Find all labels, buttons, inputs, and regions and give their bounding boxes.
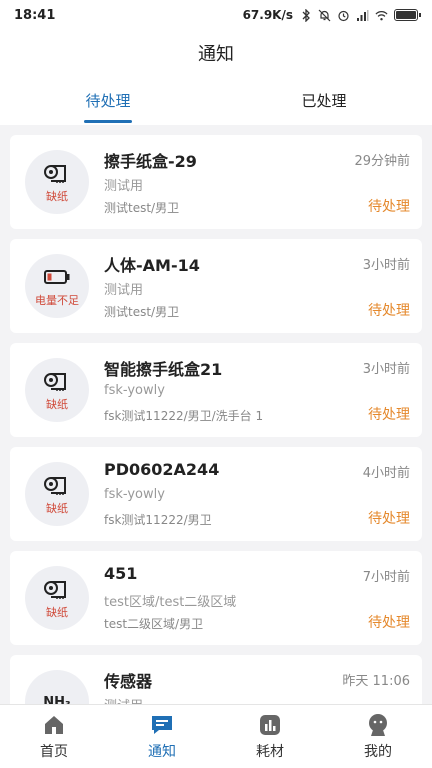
item-time: 3小时前 [362, 362, 410, 377]
item-subtitle: fsk-yowly [104, 383, 165, 398]
alert-badge: 缺纸 [25, 566, 89, 630]
item-time: 7小时前 [362, 570, 410, 585]
alarm-icon [337, 9, 350, 22]
item-location: test二级区域/男卫 [104, 617, 204, 631]
status-icons: 67.9K/s [242, 8, 421, 22]
nav-label: 耗材 [256, 744, 284, 760]
device-name: PD0602A244 [104, 460, 220, 479]
status-label: 待处理 [368, 511, 410, 527]
nav-profile[interactable]: 我的 [324, 705, 432, 768]
device-name: 人体-AM-14 [104, 256, 200, 275]
badge-label: 缺纸 [46, 398, 68, 411]
nav-label: 通知 [148, 744, 176, 760]
item-time: 3小时前 [362, 258, 410, 273]
item-location: fsk测试11222/男卫 [104, 513, 212, 527]
signal-icon [356, 9, 369, 22]
paper-roll-icon [43, 368, 71, 394]
header: 通知 待处理 已处理 [0, 30, 432, 125]
message-icon [152, 716, 172, 734]
status-label: 待处理 [368, 199, 410, 215]
low-battery-icon [43, 264, 71, 290]
status-label: 待处理 [368, 615, 410, 631]
nav-label: 首页 [40, 744, 68, 760]
device-name: 451 [104, 564, 138, 583]
nav-supplies[interactable]: 耗材 [216, 705, 324, 768]
badge-label: 缺纸 [46, 190, 68, 203]
status-bar: 18:41 67.9K/s [0, 0, 432, 30]
list-item[interactable]: 电量不足 人体-AM-14 3小时前 测试用 测试test/男卫 待处理 [10, 239, 422, 333]
paper-roll-icon [43, 160, 71, 186]
notification-list: 缺纸 擦手纸盒-29 29分钟前 测试用 测试test/男卫 待处理 电量不足 … [0, 125, 432, 704]
list-item[interactable]: 缺纸 智能擦手纸盒21 3小时前 fsk-yowly fsk测试11222/男卫… [10, 343, 422, 437]
badge-label: 缺纸 [46, 502, 68, 515]
tab-processed[interactable]: 已处理 [216, 85, 432, 125]
device-name: 传感器 [104, 672, 153, 691]
list-item[interactable]: 缺纸 擦手纸盒-29 29分钟前 测试用 测试test/男卫 待处理 [10, 135, 422, 229]
item-subtitle: test区域/test二级区域 [104, 595, 237, 610]
bluetooth-icon [299, 8, 312, 22]
device-name: 智能擦手纸盒21 [104, 360, 223, 379]
list-item[interactable]: 缺纸 451 7小时前 test区域/test二级区域 test二级区域/男卫 … [10, 551, 422, 645]
nav-notifications[interactable]: 通知 [108, 705, 216, 768]
device-name: 擦手纸盒-29 [104, 152, 197, 171]
status-time: 18:41 [14, 7, 56, 23]
alert-badge: 缺纸 [25, 358, 89, 422]
item-time: 昨天 11:06 [342, 674, 410, 689]
item-subtitle: 测试用 [104, 179, 144, 194]
item-location: 测试test/男卫 [104, 305, 180, 319]
nav-label: 我的 [364, 744, 392, 760]
nh3-icon: NH₃ [43, 694, 71, 705]
item-subtitle: 测试用 [104, 695, 143, 704]
net-speed: 67.9K/s [242, 8, 293, 22]
item-subtitle: fsk-yowly [104, 487, 165, 502]
paper-roll-icon [43, 576, 71, 602]
item-time: 4小时前 [362, 466, 410, 481]
wifi-icon [375, 9, 388, 22]
nav-home[interactable]: 首页 [0, 705, 108, 768]
status-label: 待处理 [368, 407, 410, 423]
battery-icon [394, 9, 421, 21]
item-location: 测试test/男卫 [104, 201, 180, 215]
status-label: 待处理 [368, 303, 410, 319]
page-title: 通知 [198, 44, 234, 65]
alert-badge: NH₃ [25, 670, 89, 704]
item-time: 29分钟前 [354, 154, 410, 169]
alert-badge: 电量不足 [25, 254, 89, 318]
home-icon [45, 716, 63, 734]
item-subtitle: 测试用 [104, 283, 144, 298]
list-item[interactable]: NH₃ 传感器 昨天 11:06 测试用 [10, 655, 422, 704]
badge-label: 缺纸 [46, 606, 68, 619]
tab-pending[interactable]: 待处理 [0, 85, 216, 125]
tab-bar: 待处理 已处理 [0, 85, 432, 125]
badge-label: 电量不足 [35, 294, 79, 307]
item-location: fsk测试11222/男卫/洗手台 1 [104, 409, 264, 423]
alert-badge: 缺纸 [25, 462, 89, 526]
bottom-nav: 首页 通知 耗材 我的 [0, 704, 432, 768]
chart-icon [260, 715, 280, 735]
user-icon [369, 714, 387, 736]
mute-bell-icon [318, 9, 331, 22]
list-item[interactable]: 缺纸 PD0602A244 4小时前 fsk-yowly fsk测试11222/… [10, 447, 422, 541]
alert-badge: 缺纸 [25, 150, 89, 214]
paper-roll-icon [43, 472, 71, 498]
